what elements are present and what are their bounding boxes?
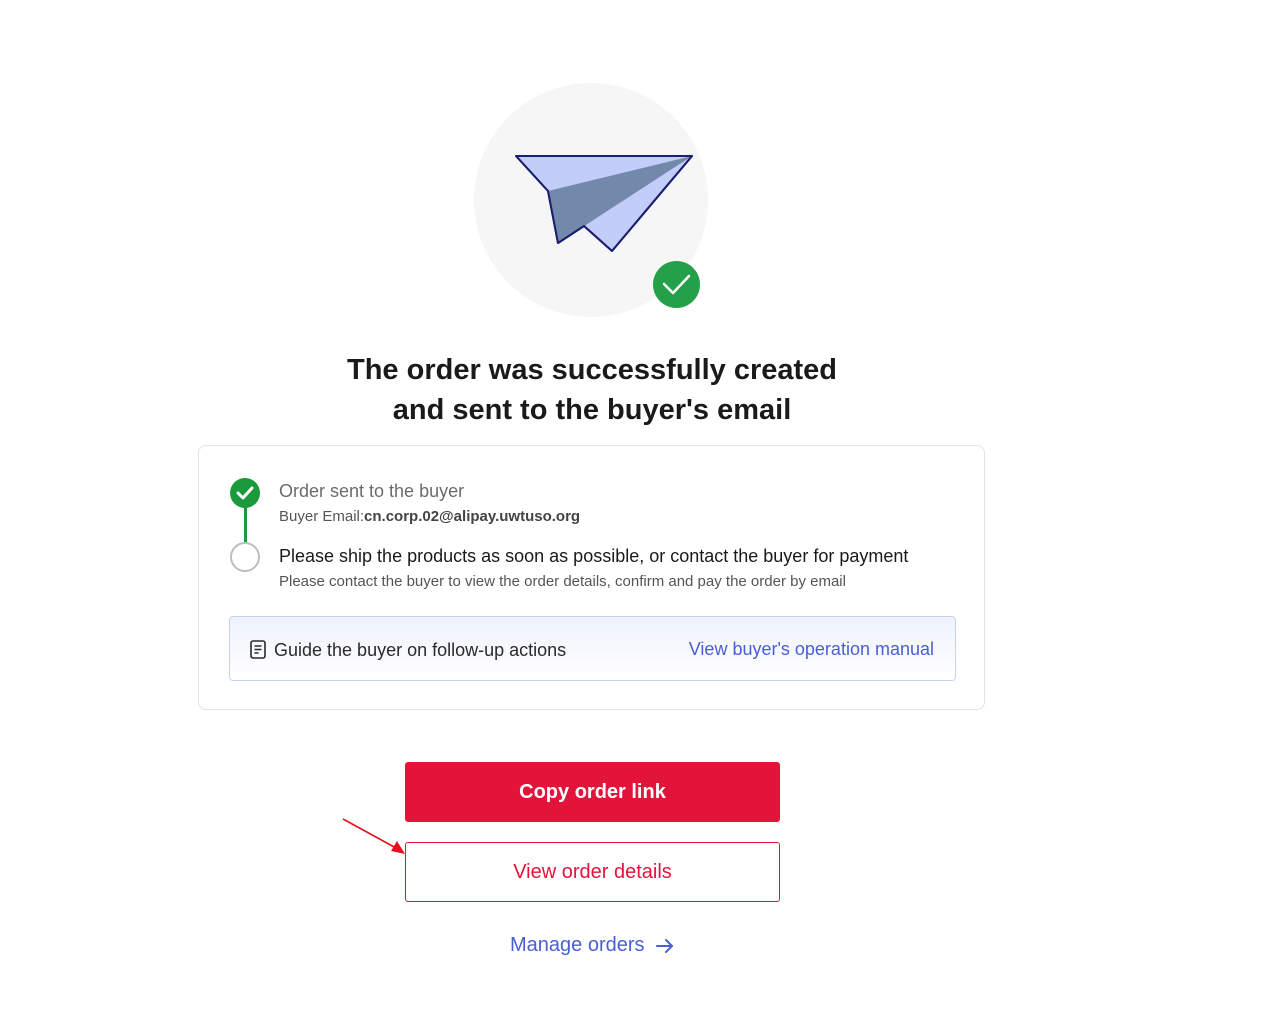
title-line-2: and sent to the buyer's email — [392, 394, 792, 426]
order-steps-card: Order sent to the buyer Buyer Email:cn.c… — [198, 445, 985, 710]
success-check-badge — [653, 261, 700, 308]
buyer-email-label: Buyer Email: — [279, 508, 365, 525]
guide-text: Guide the buyer on follow-up actions — [274, 640, 567, 660]
arrow-right-icon — [655, 938, 673, 953]
buyer-email-value: cn.corp.02@alipay.uwtuso.org — [364, 508, 581, 525]
step-1-title: Order sent to the buyer — [279, 481, 465, 501]
view-operation-manual-link[interactable]: View buyer's operation manual — [689, 639, 934, 660]
buyer-guide-banner: Guide the buyer on follow-up actions Vie… — [229, 616, 956, 681]
page-title: The order was successfully created and s… — [300, 350, 884, 430]
manage-orders-label: Manage orders — [510, 934, 645, 956]
step-pending-indicator — [230, 542, 260, 572]
red-arrow-annotation — [342, 818, 405, 854]
check-icon — [662, 274, 691, 295]
step-2-title: Please ship the products as soon as poss… — [279, 546, 909, 566]
hero-illustration — [474, 83, 708, 317]
title-line-1: The order was successfully created — [347, 354, 837, 386]
check-icon — [236, 486, 254, 500]
step-2-detail: Please contact the buyer to view the ord… — [279, 573, 846, 590]
copy-order-link-button[interactable]: Copy order link — [405, 762, 780, 822]
step-done-indicator — [230, 478, 260, 508]
view-order-details-button[interactable]: View order details — [405, 842, 780, 902]
step-1-detail: Buyer Email:cn.corp.02@alipay.uwtuso.org — [279, 508, 580, 525]
document-icon — [250, 640, 266, 659]
step-connector — [244, 506, 247, 542]
order-success-page: The order was successfully created and s… — [0, 0, 1276, 1025]
manage-orders-link[interactable]: Manage orders — [510, 934, 674, 957]
